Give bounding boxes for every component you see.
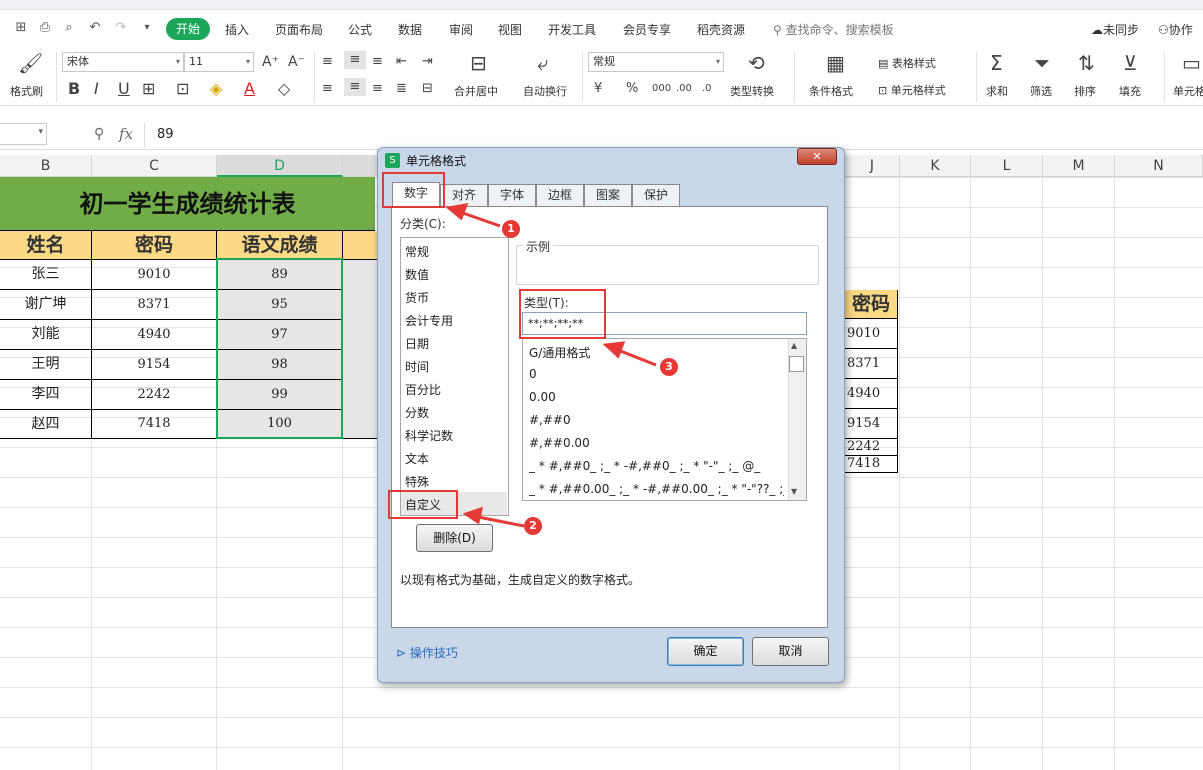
arrow-2 <box>462 506 525 528</box>
annotation-badge-2: 2 <box>524 517 542 535</box>
annotation-badge-1: 1 <box>502 220 520 238</box>
annotation-badge-3: 3 <box>660 358 678 376</box>
arrow-1 <box>445 203 501 228</box>
annotation-arrows <box>445 203 657 528</box>
arrow-3 <box>602 341 657 367</box>
